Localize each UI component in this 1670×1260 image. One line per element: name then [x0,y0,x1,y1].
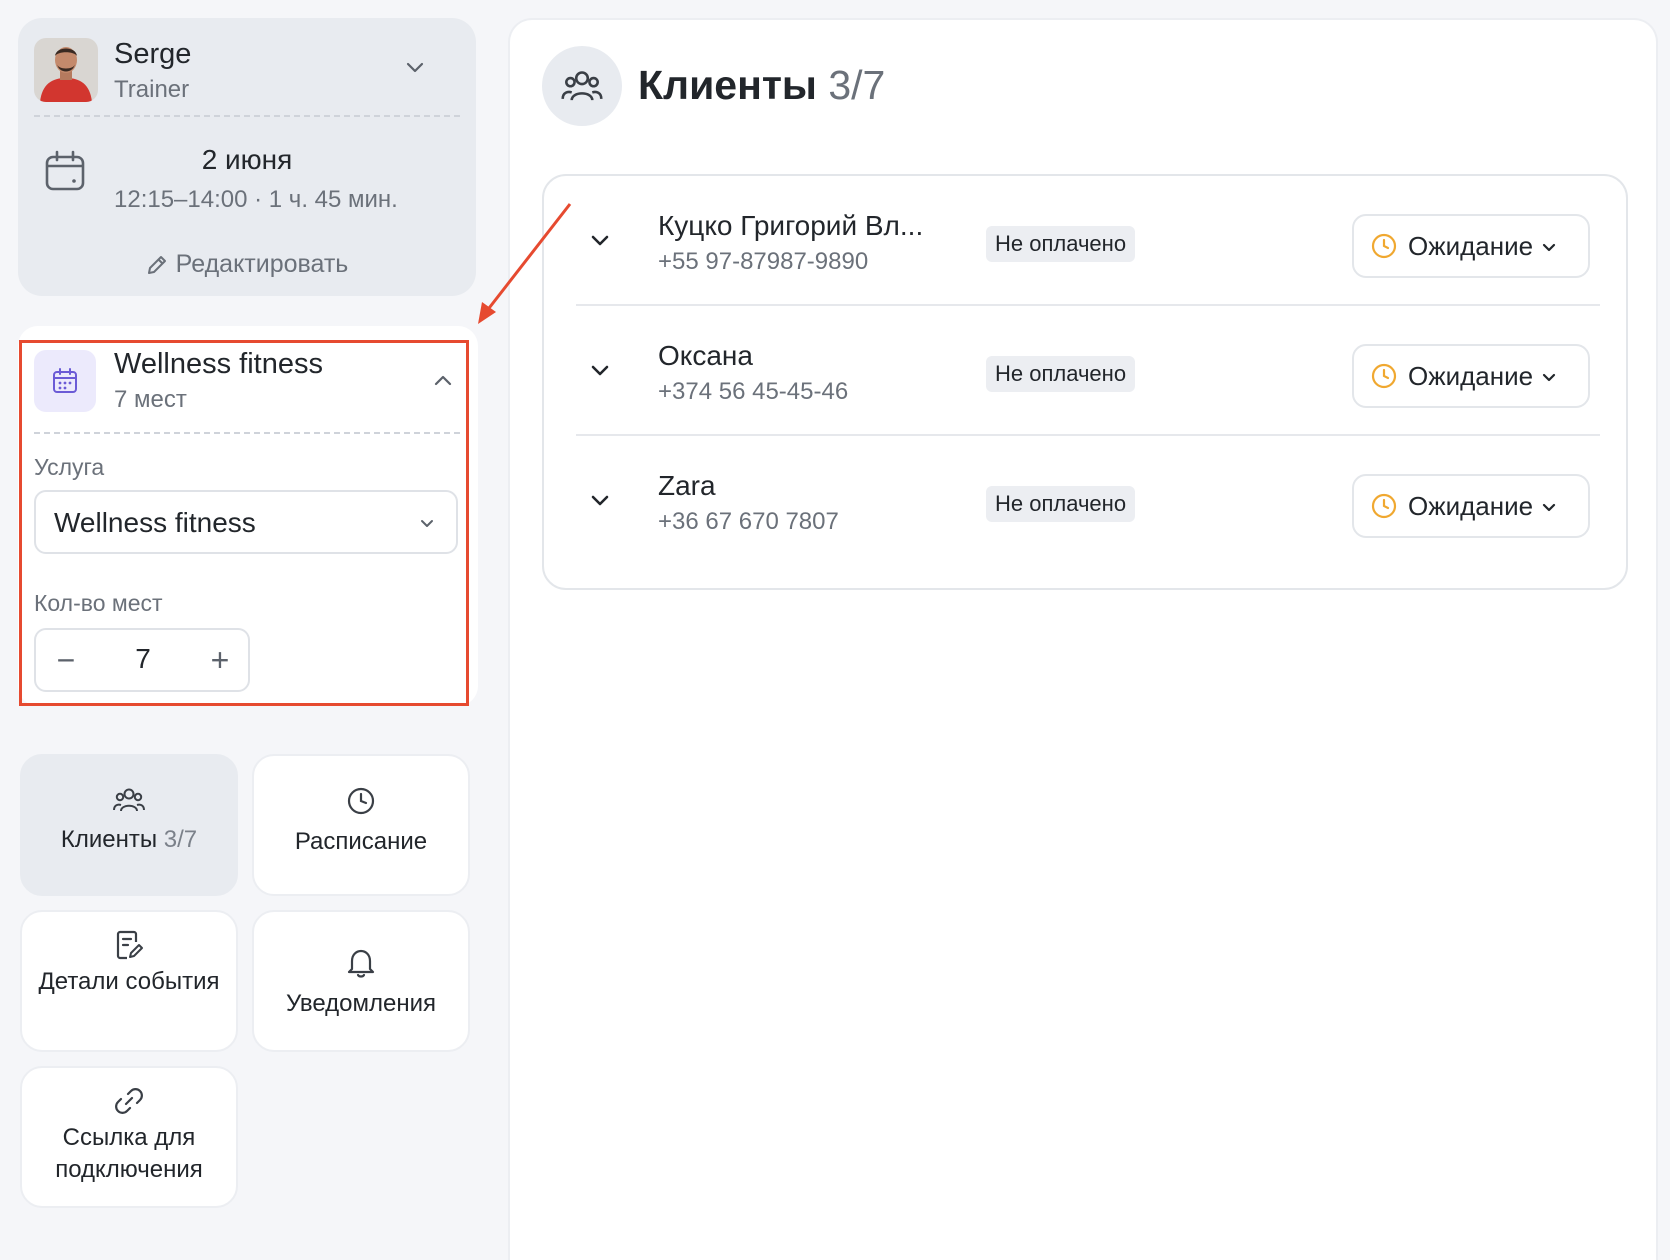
chevron-down-icon [1542,503,1556,512]
event-date: 2 июня [201,144,293,175]
client-row: Оксана +374 56 45-45-46 Не оплачено Ожид… [576,306,1600,444]
tab-event-details[interactable]: Детали события [20,910,238,1052]
note-edit-icon [116,930,143,960]
page-title-count: 3/7 [828,62,886,108]
users-icon [113,788,145,812]
status-dropdown[interactable]: Ожидание [1352,214,1590,278]
trainer-card: Serge Trainer 2 июня 12:15–14:00 · 1 ч. … [18,18,476,296]
page-title-label: Клиенты [638,62,817,108]
clock-icon [1371,493,1397,519]
tab-notifications-label: Уведомления [285,990,437,1017]
avatar [34,38,98,102]
tab-clients[interactable]: Клиенты 3/7 [20,754,238,896]
status-label: Ожидание [1408,491,1534,521]
pencil-icon [147,256,166,274]
client-name[interactable]: Zara [658,470,716,502]
page-title: Клиенты 3/7 [638,62,885,109]
client-name[interactable]: Оксана [658,340,753,372]
event-time: 12:15–14:00 · 1 ч. 45 мин. [114,186,398,213]
payment-badge: Не оплачено [986,356,1136,392]
client-name[interactable]: Куцко Григорий Вл... [658,210,923,242]
highlight-box [19,340,469,706]
client-phone: +36 67 670 7807 [658,508,839,535]
clock-icon [347,787,375,815]
chevron-down-icon[interactable] [588,358,612,382]
client-phone: +55 97-87987-9890 [658,248,869,275]
tab-clients-label: Клиенты [60,826,158,853]
link-icon [115,1088,143,1114]
tab-connection-link[interactable]: Ссылка для подключения [20,1066,238,1208]
trainer-role: Trainer [114,76,190,103]
status-dropdown[interactable]: Ожидание [1352,474,1590,538]
tab-notifications[interactable]: Уведомления [252,910,470,1052]
sidebar: Serge Trainer 2 июня 12:15–14:00 · 1 ч. … [0,0,500,1260]
tab-schedule-label: Расписание [294,828,428,855]
tab-clients-count: 3/7 [163,826,198,853]
users-icon [561,71,603,101]
status-label: Ожидание [1408,231,1534,261]
client-row: Куцко Григорий Вл... +55 97-87987-9890 Н… [576,176,1600,314]
chevron-down-icon [1542,373,1556,382]
chevron-down-icon [1542,243,1556,252]
chevron-down-icon[interactable] [588,228,612,252]
tab-connection-link-label: Ссылка для подключения [55,1124,203,1183]
divider [34,115,460,117]
payment-badge: Не оплачено [986,226,1136,262]
clients-header-icon [542,46,622,126]
payment-badge: Не оплачено [986,486,1136,522]
client-phone: +374 56 45-45-46 [658,378,849,405]
edit-label: Редактировать [175,250,349,278]
clock-icon [1371,363,1397,389]
bell-icon [347,949,375,978]
status-label: Ожидание [1408,361,1534,391]
main-panel: Клиенты 3/7 Куцко Григорий Вл... +55 97-… [508,18,1658,1260]
chevron-down-icon[interactable] [404,56,426,78]
status-dropdown[interactable]: Ожидание [1352,344,1590,408]
tab-event-details-label: Детали события [38,968,220,995]
client-row: Zara +36 67 670 7807 Не оплачено Ожидани… [576,436,1600,574]
edit-button[interactable]: Редактировать [18,250,476,279]
clock-icon [1371,233,1397,259]
trainer-name: Serge [114,38,192,70]
clients-list: Куцко Григорий Вл... +55 97-87987-9890 Н… [542,174,1628,590]
tab-schedule[interactable]: Расписание [252,754,470,896]
chevron-down-icon[interactable] [588,488,612,512]
